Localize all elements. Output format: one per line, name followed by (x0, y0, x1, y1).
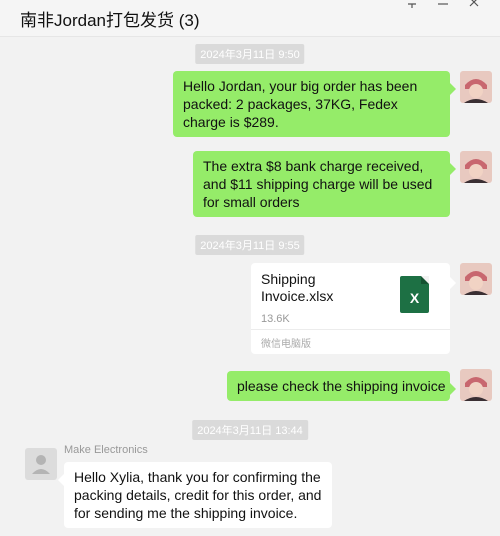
avatar[interactable] (460, 263, 492, 295)
avatar[interactable] (25, 448, 57, 480)
my-message-bubble[interactable]: The extra $8 bank charge received, and $… (193, 151, 456, 217)
message-text: please check the shipping invoice (237, 378, 446, 394)
chat-title: 南非Jordan打包发货 (3) (20, 11, 200, 30)
my-message-bubble[interactable]: please check the shipping invoice (227, 371, 456, 401)
message-text: Hello Xylia, thank you for confirming th… (74, 469, 322, 521)
timestamp: 2024年3月11日 9:50 (195, 44, 305, 64)
their-message-bubble[interactable]: Hello Xylia, thank you for confirming th… (58, 462, 332, 528)
file-name: Shipping Invoice.xlsx (261, 271, 334, 304)
avatar-photo-icon (460, 369, 492, 401)
chat-header: 南非Jordan打包发货 (3) (0, 0, 500, 37)
file-card-divider (251, 329, 450, 330)
file-size: 13.6K (261, 313, 290, 325)
sender-name: Make Electronics (64, 444, 148, 456)
timestamp: 2024年3月11日 9:55 (195, 235, 305, 255)
avatar-photo-icon (460, 263, 492, 295)
timestamp: 2024年3月11日 13:44 (192, 420, 308, 440)
file-message-card[interactable]: Shipping Invoice.xlsx X 13.6K 微信电脑版 (251, 263, 456, 354)
my-message-bubble[interactable]: Hello Jordan, your big order has been pa… (173, 71, 456, 137)
file-card-footer: 微信电脑版 (261, 339, 311, 350)
minimize-icon[interactable] (436, 0, 450, 8)
avatar[interactable] (460, 369, 492, 401)
pin-icon[interactable] (405, 0, 419, 8)
excel-file-icon: X (400, 276, 429, 313)
close-icon[interactable] (467, 0, 481, 8)
avatar-photo-icon (460, 151, 492, 183)
message-text: Hello Jordan, your big order has been pa… (183, 78, 418, 130)
default-avatar-icon (25, 448, 57, 480)
excel-icon-letter: X (409, 290, 420, 306)
avatar[interactable] (460, 71, 492, 103)
avatar-photo-icon (460, 71, 492, 103)
message-text: The extra $8 bank charge received, and $… (203, 158, 433, 210)
avatar[interactable] (460, 151, 492, 183)
